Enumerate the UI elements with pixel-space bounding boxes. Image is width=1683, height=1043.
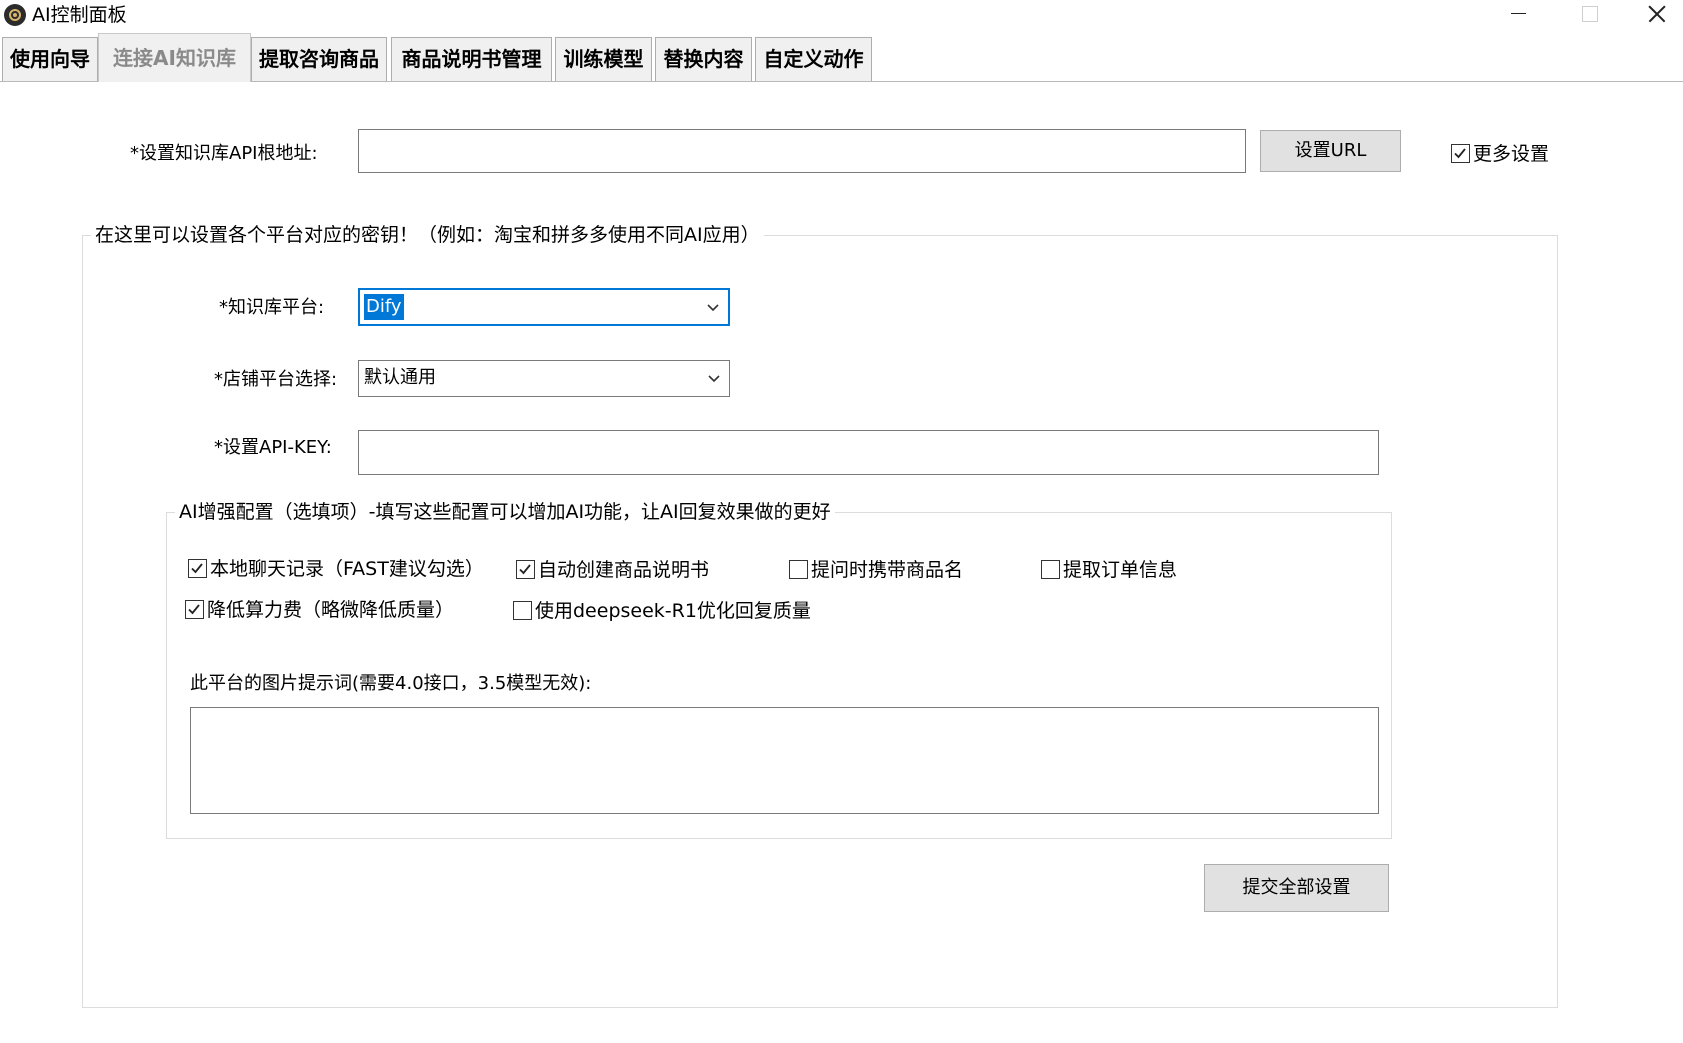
close-icon[interactable] <box>1630 0 1683 30</box>
minimize-icon[interactable] <box>1490 0 1546 30</box>
kb-platform-value: Dify <box>364 294 404 320</box>
ai-enhance-group-title: AI增强配置（选填项）-填写这些配置可以增加AI功能，让AI回复效果做的更好 <box>179 501 831 523</box>
checkbox-unchecked-icon[interactable] <box>789 560 808 579</box>
shop-platform-label: *店铺平台选择: <box>214 369 338 390</box>
platform-keys-group-title: 在这里可以设置各个平台对应的密钥！（例如：淘宝和拼多多使用不同AI应用） <box>95 224 760 246</box>
set-url-button[interactable]: 设置URL <box>1260 130 1401 172</box>
submit-all-settings-button[interactable]: 提交全部设置 <box>1204 864 1389 912</box>
image-prompt-label: 此平台的图片提示词(需要4.0接口，3.5模型无效): <box>190 673 592 694</box>
kb-platform-label: *知识库平台: <box>219 297 325 318</box>
app-logo-icon <box>4 4 26 26</box>
chevron-down-icon <box>708 375 720 383</box>
checkbox-checked-icon[interactable] <box>188 559 207 578</box>
tab-divider <box>0 81 1683 82</box>
extract-order-info-label: 提取订单信息 <box>1063 559 1178 581</box>
checkbox-unchecked-icon[interactable] <box>513 601 532 620</box>
include-product-name-label: 提问时携带商品名 <box>811 559 964 581</box>
api-key-label: *设置API-KEY: <box>214 437 332 458</box>
window-title: AI控制面板 <box>32 4 127 26</box>
api-root-label: *设置知识库API根地址: <box>130 143 318 164</box>
checkbox-checked-icon[interactable] <box>185 600 204 619</box>
tab-extract-products[interactable]: 提取咨询商品 <box>251 37 387 81</box>
api-root-input[interactable] <box>358 129 1246 173</box>
checkbox-checked-icon[interactable] <box>516 560 535 579</box>
more-settings-check-icon[interactable] <box>1451 144 1470 163</box>
more-settings-label: 更多设置 <box>1473 143 1550 165</box>
kb-platform-select[interactable]: Dify <box>358 288 730 326</box>
shop-platform-select[interactable]: 默认通用 <box>358 360 730 397</box>
tab-product-manuals[interactable]: 商品说明书管理 <box>391 37 552 81</box>
tab-train-model[interactable]: 训练模型 <box>555 37 652 81</box>
title-bar: AI控制面板 <box>0 0 1683 30</box>
tab-guide[interactable]: 使用向导 <box>2 37 98 81</box>
local-chat-history-label: 本地聊天记录（FAST建议勾选） <box>210 558 484 580</box>
deepseek-r1-label: 使用deepseek-R1优化回复质量 <box>535 600 811 622</box>
maximize-icon[interactable] <box>1560 0 1616 30</box>
auto-create-manual-label: 自动创建商品说明书 <box>538 559 710 581</box>
reduce-cost-label: 降低算力费（略微降低质量） <box>207 599 455 621</box>
tab-custom-actions[interactable]: 自定义动作 <box>755 37 872 81</box>
checkbox-unchecked-icon[interactable] <box>1041 560 1060 579</box>
api-key-input[interactable] <box>358 430 1379 475</box>
chevron-down-icon <box>707 304 719 312</box>
ai-control-panel-window: AI控制面板 使用向导 连接AI知识库 提取咨询商品 商品说明书管理 训练模型 … <box>0 0 1683 1043</box>
image-prompt-textarea[interactable] <box>190 707 1379 814</box>
shop-platform-value: 默认通用 <box>364 367 436 388</box>
tab-replace-content[interactable]: 替换内容 <box>655 37 752 81</box>
tab-connect-ai-kb[interactable]: 连接AI知识库 <box>98 33 251 82</box>
